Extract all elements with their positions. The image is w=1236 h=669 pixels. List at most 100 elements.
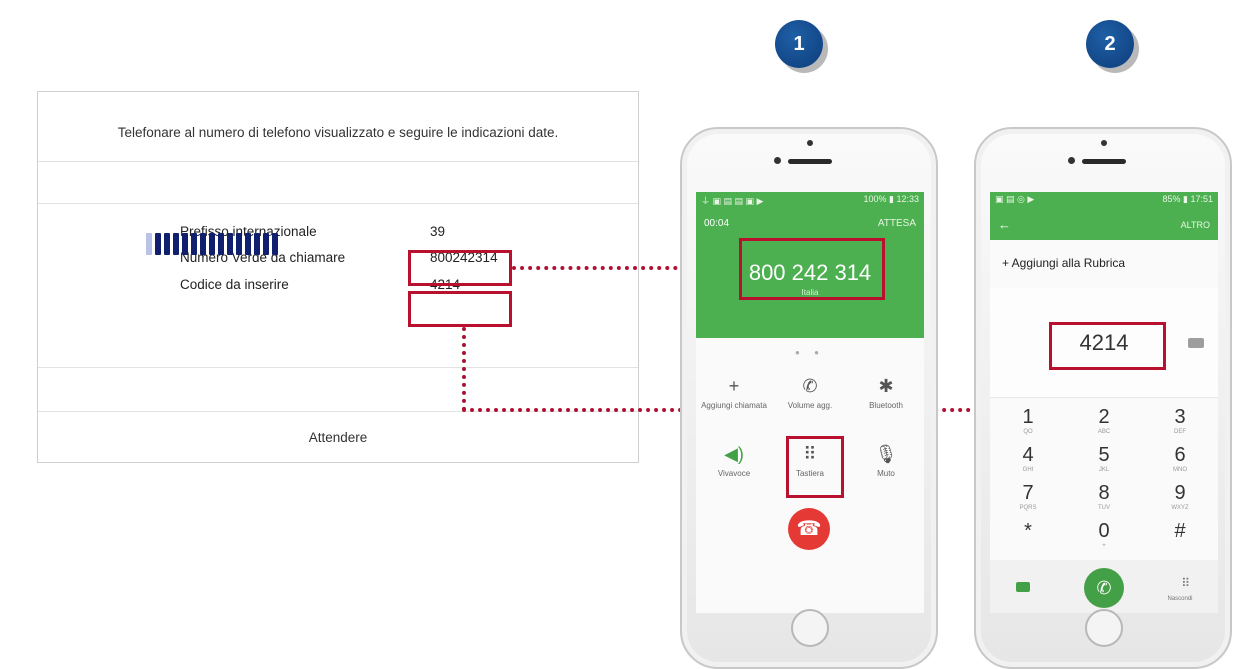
dial-key[interactable]: 1 QO — [990, 406, 1066, 436]
dial-key[interactable]: 4 GHI — [990, 444, 1066, 474]
back-arrow-icon[interactable]: ← — [998, 217, 1011, 232]
progress-segment — [272, 233, 278, 255]
code-label: Codice da inserire — [180, 277, 289, 292]
hang-up-icon: ☎ — [796, 518, 822, 540]
dial-key-digit: 6 — [1174, 444, 1186, 466]
progress-bar — [146, 233, 278, 255]
dial-key-digit: * — [1024, 520, 1032, 542]
dial-key[interactable]: 5 JKL — [1066, 444, 1142, 474]
spacer-row — [38, 368, 638, 412]
step-badge-2: 2 — [1086, 20, 1134, 68]
status-bar: ⏚ ▣ ▤ ▤ ▣ ▶ 100% ▮ 12:33 — [696, 192, 924, 208]
hide-keypad-icon[interactable]: ⠿ — [1181, 576, 1190, 590]
dial-key-digit: 2 — [1098, 406, 1110, 428]
dial-key-letters: MNO — [1173, 467, 1187, 473]
page-indicator: ● ● — [795, 348, 825, 357]
progress-segment — [200, 233, 206, 255]
status-icons: ⏚ ▣ ▤ ▤ ▣ ▶ — [701, 196, 764, 206]
arrow-line-code-down — [462, 327, 466, 411]
call-info-section: Prefisso internazionale 39 Numero Verde … — [38, 204, 638, 368]
bluetooth-button[interactable]: ✱ Bluetooth — [848, 374, 924, 411]
home-button[interactable] — [1085, 609, 1123, 647]
dial-key[interactable]: 8 TUV — [1066, 482, 1142, 512]
progress-segment — [227, 233, 233, 255]
dial-key[interactable]: 3 DEF — [1142, 406, 1218, 436]
progress-segment — [254, 233, 260, 255]
spacer-row — [38, 162, 638, 204]
battery-clock: 85% ▮ 17:51 — [1162, 194, 1214, 204]
progress-segment — [209, 233, 215, 255]
backspace-icon[interactable] — [1188, 338, 1204, 348]
progress-segment — [173, 233, 179, 255]
progress-segment — [191, 233, 197, 255]
dial-key[interactable]: # — [1142, 520, 1218, 542]
home-button[interactable] — [791, 609, 829, 647]
bluetooth-label: Bluetooth — [869, 401, 903, 410]
dial-key[interactable]: 7 PQRS — [990, 482, 1066, 512]
dial-key-letters: TUV — [1098, 505, 1110, 511]
highlight-number-box — [408, 250, 512, 286]
battery-clock: 100% ▮ 12:33 — [863, 194, 920, 204]
dialpad-screen: ▣ ▤ ◎ ▶ 85% ▮ 17:51 ← ALTRO + Aggiungi a… — [990, 192, 1218, 613]
progress-segment — [236, 233, 242, 255]
highlight-keypad-button — [786, 436, 844, 498]
dial-key-digit: 3 — [1174, 406, 1186, 428]
dial-key-letters: + — [1102, 543, 1106, 549]
progress-segment — [218, 233, 224, 255]
mute-label: Muto — [877, 469, 895, 478]
earpiece — [788, 159, 832, 164]
wait-status: Attendere — [308, 430, 368, 445]
bluetooth-icon: ✱ — [878, 376, 894, 396]
dial-key[interactable]: 0 + — [1066, 520, 1142, 550]
volume-label: Volume agg. — [787, 401, 833, 410]
highlight-code-box — [408, 291, 512, 327]
volume-button[interactable]: ✆ Volume agg. — [772, 374, 848, 411]
highlight-called-number — [739, 238, 885, 300]
progress-segment — [164, 233, 170, 255]
dial-key-letters: ABC — [1097, 429, 1111, 435]
hold-button[interactable]: ATTESA — [878, 218, 916, 229]
speaker-button[interactable]: ◀) Vivavoce — [696, 442, 772, 479]
mute-button[interactable]: 🎙 Muto — [848, 442, 924, 479]
dial-key-digit: 0 — [1098, 520, 1110, 542]
hang-up-button[interactable]: ☎ — [788, 508, 830, 550]
progress-segment — [155, 233, 161, 255]
prefix-value: 39 — [430, 224, 446, 239]
call-button[interactable]: ✆ — [1084, 568, 1124, 608]
dial-key-letters: PQRS — [1019, 505, 1037, 511]
dial-key[interactable]: 2 ABC — [1066, 406, 1142, 436]
status-bar: ▣ ▤ ◎ ▶ 85% ▮ 17:51 — [990, 192, 1218, 208]
add-to-contacts-button[interactable]: + Aggiungi alla Rubrica — [1002, 256, 1125, 270]
earpiece — [1082, 159, 1126, 164]
dial-key[interactable]: 9 WXYZ — [1142, 482, 1218, 512]
dial-key-letters: GHI — [1022, 467, 1034, 473]
dial-key-letters: DEF — [1174, 429, 1186, 435]
camera-dot — [1101, 140, 1107, 146]
add-call-label: Aggiungi chiamata — [701, 401, 767, 410]
video-call-icon[interactable] — [1016, 582, 1030, 592]
camera-dot — [807, 140, 813, 146]
progress-segment — [263, 233, 269, 255]
dial-key[interactable]: * — [990, 520, 1066, 542]
add-call-button[interactable]: + Aggiungi chiamata — [696, 374, 772, 411]
step-badge-1: 1 — [775, 20, 823, 68]
dial-key-digit: 9 — [1174, 482, 1186, 504]
more-button[interactable]: ALTRO — [1181, 220, 1210, 230]
progress-segment — [245, 233, 251, 255]
phone-dialpad: ▣ ▤ ◎ ▶ 85% ▮ 17:51 ← ALTRO + Aggiungi a… — [974, 127, 1232, 669]
volume-phone-icon: ✆ — [802, 376, 818, 396]
dial-key-digit: 1 — [1022, 406, 1034, 428]
dial-key-digit: 4 — [1022, 444, 1034, 466]
call-timer: 00:04 — [704, 218, 730, 229]
highlight-dialed-digits — [1049, 322, 1166, 370]
phone-in-call: ⏚ ▣ ▤ ▤ ▣ ▶ 100% ▮ 12:33 00:04 ATTESA 80… — [680, 127, 938, 669]
dial-key[interactable]: 6 MNO — [1142, 444, 1218, 474]
dialpad-header: ▣ ▤ ◎ ▶ 85% ▮ 17:51 ← ALTRO — [990, 192, 1218, 240]
dial-key-digit: 8 — [1098, 482, 1110, 504]
dial-key-letters: JKL — [1098, 467, 1110, 473]
camera-dot — [774, 157, 781, 164]
hide-keypad-label: Nascondi — [1167, 596, 1193, 602]
progress-segment — [182, 233, 188, 255]
dial-key-letters: QO — [1023, 429, 1033, 435]
phone-icon: ✆ — [1096, 578, 1112, 598]
